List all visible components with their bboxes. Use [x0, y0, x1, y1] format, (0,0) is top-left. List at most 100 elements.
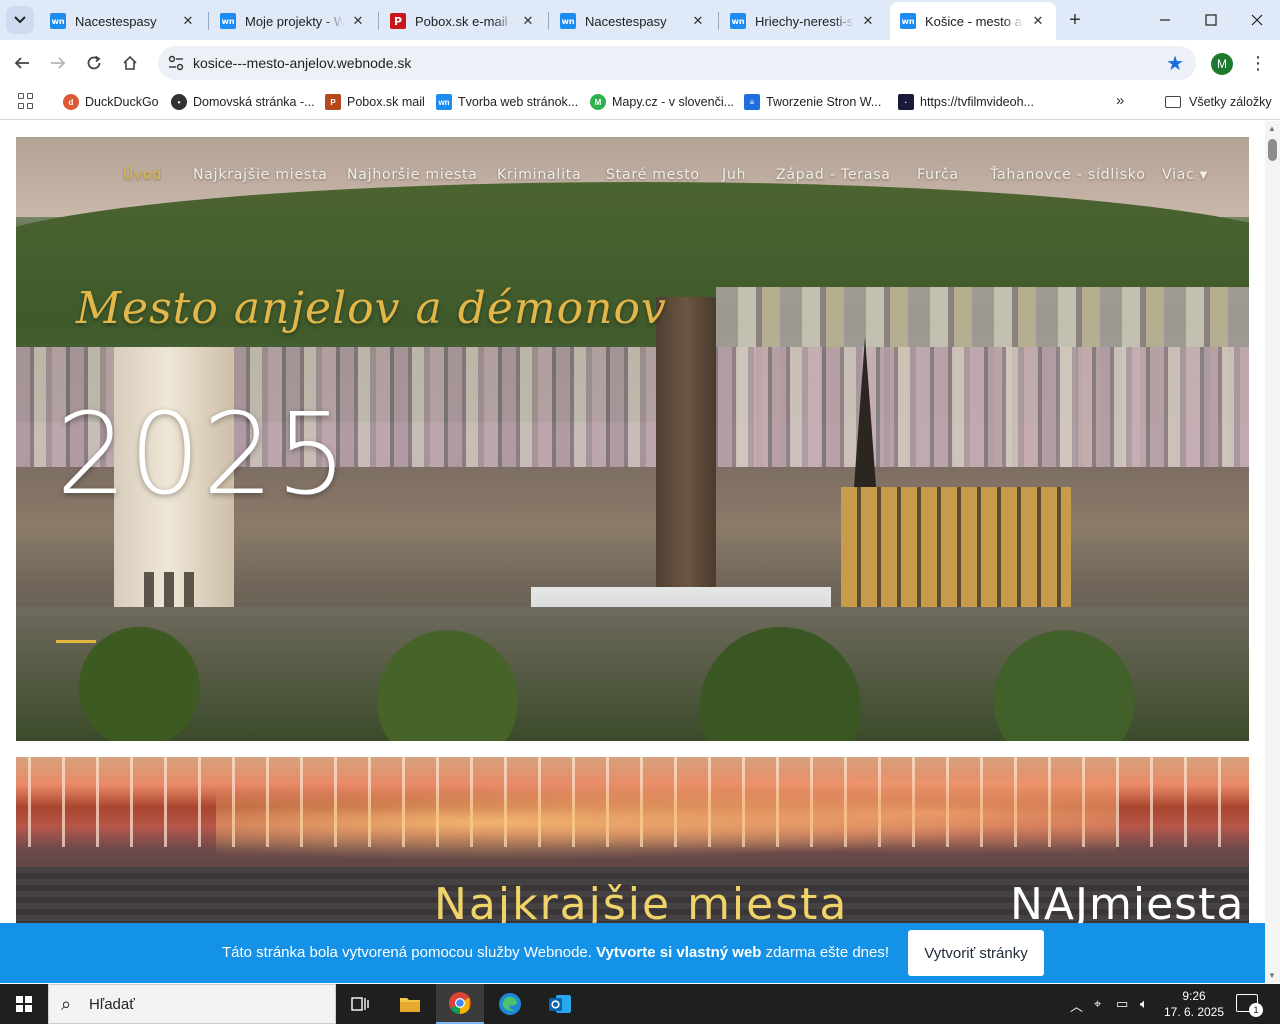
tab-2[interactable]: P Pobox.sk e-mail – pošta ✕ [380, 6, 546, 36]
bookmark-pobox-mail[interactable]: P Pobox.sk mail [325, 92, 425, 112]
tab-separator [378, 12, 379, 30]
close-tab-icon[interactable]: ✕ [180, 13, 196, 29]
apps-grid-icon[interactable] [18, 93, 34, 109]
create-site-button[interactable]: Vytvoriť stránky [908, 930, 1044, 976]
tab-search-button[interactable] [6, 6, 34, 34]
network-icon[interactable]: ▭ [1116, 996, 1128, 1012]
new-tab-button[interactable]: + [1064, 9, 1086, 31]
webnode-promo-bar: Táto stránka bola vytvorená pomocou služ… [0, 923, 1265, 983]
windows-taskbar: ⌕ Hľadať ︿ ⌖ ▭ 🔈︎ 9:26 17. 6. 2025 1 [0, 984, 1280, 1024]
reload-icon [87, 55, 101, 70]
tab-strip: wn Nacestespasy ✕ wn Moje projekty - Web… [0, 0, 1280, 40]
all-bookmarks-label: Všetky záložky [1189, 95, 1272, 109]
tab-1[interactable]: wn Moje projekty - Webnode ✕ [210, 6, 376, 36]
hero-cathedral-tower [656, 297, 716, 587]
nav-najkrajsie-miesta[interactable]: Najkrajšie miesta [193, 167, 328, 183]
url-text[interactable]: kosice---mesto-anjelov.webnode.sk [193, 55, 411, 71]
volume-icon[interactable]: 🔈︎ [1140, 996, 1148, 1012]
tray-overflow-icon[interactable]: ︿ [1070, 996, 1083, 1015]
close-tab-icon[interactable]: ✕ [350, 13, 366, 29]
taskbar-search[interactable]: ⌕ Hľadať [48, 984, 336, 1024]
maximize-button[interactable] [1188, 0, 1234, 40]
clock-date: 17. 6. 2025 [1163, 1005, 1225, 1019]
scroll-down-icon[interactable]: ▼ [1268, 971, 1276, 980]
profile-avatar[interactable]: M [1211, 53, 1233, 75]
tab-active[interactable]: wn Košice - mesto anjelov ✕ [890, 2, 1056, 40]
chevron-down-icon: ▼ [1199, 170, 1209, 181]
bookmark-tvorba-web[interactable]: wn Tvorba web stránok... [436, 92, 578, 112]
clock-time: 9:26 [1182, 989, 1206, 1003]
hero-accent-line [56, 640, 96, 643]
nav-stare-mesto[interactable]: Staré mesto [606, 167, 700, 183]
nav-zapad-terasa[interactable]: Západ - Terasa [776, 167, 891, 183]
all-bookmarks-button[interactable]: Všetky záložky [1165, 92, 1272, 112]
close-tab-icon[interactable]: ✕ [1030, 13, 1046, 29]
bookmark-label: https://tvfilmvideoh... [920, 95, 1034, 109]
close-tab-icon[interactable]: ✕ [520, 13, 536, 29]
bookmark-duckduckgo[interactable]: d DuckDuckGo [63, 92, 159, 112]
edge-icon [499, 993, 521, 1015]
tab-4[interactable]: wn Hriechy-neresti-svetla ✕ [720, 6, 886, 36]
bookmark-domovska-stranka[interactable]: • Domovská stránka -... [171, 92, 315, 112]
tab-title: Moje projekty - Webnode [245, 13, 344, 29]
bookmark-star-icon[interactable]: ★ [1166, 51, 1184, 76]
promo-text-end: zdarma ešte dnes! [761, 944, 890, 961]
edge-button[interactable] [486, 984, 534, 1024]
nav-tahanovce[interactable]: Ťahanovce - sídlisko [990, 167, 1146, 183]
taskbar-clock[interactable]: 9:26 17. 6. 2025 [1160, 988, 1228, 1020]
bookmark-label: Tworzenie Stron W... [766, 95, 882, 109]
outlook-icon [549, 995, 571, 1013]
tab-title: Nacestespasy [75, 13, 157, 29]
close-tab-icon[interactable]: ✕ [860, 13, 876, 29]
hero-trees [16, 607, 1249, 741]
outlook-button[interactable] [536, 984, 584, 1024]
nav-juh[interactable]: Juh [722, 167, 746, 183]
tab-separator [208, 12, 209, 30]
maximize-icon [1205, 14, 1217, 26]
home-button[interactable] [115, 48, 145, 78]
duckduckgo-icon: d [63, 94, 79, 110]
close-tab-icon[interactable]: ✕ [690, 13, 706, 29]
tab-title: Košice - mesto anjelov [925, 13, 1024, 29]
more-menu-icon[interactable]: ⋮ [1246, 50, 1270, 76]
notification-center-icon[interactable]: 1 [1236, 994, 1263, 1017]
tab-separator [718, 12, 719, 30]
address-bar[interactable]: kosice---mesto-anjelov.webnode.sk ★ [158, 46, 1196, 80]
bookmark-tworzenie-stron[interactable]: ≡ Tworzenie Stron W... [744, 92, 881, 112]
bookmarks-overflow-button[interactable]: » [1116, 92, 1124, 109]
hero-section: Úvod Najkrajšie miesta Najhoršie miesta … [16, 137, 1249, 741]
page-scrollbar[interactable]: ▲ ▼ [1265, 121, 1280, 983]
browser-toolbar: kosice---mesto-anjelov.webnode.sk ★ M ⋮ [0, 40, 1280, 86]
nav-kriminalita[interactable]: Kriminalita [497, 167, 581, 183]
bookmark-tvfilmvideo[interactable]: · https://tvfilmvideoh... [898, 92, 1034, 112]
nav-viac[interactable]: Viac ▼ [1162, 167, 1208, 183]
bookmark-label: Domovská stránka -... [193, 95, 315, 109]
pobox-icon: P [325, 94, 341, 110]
file-explorer-button[interactable] [386, 984, 434, 1024]
scroll-up-icon[interactable]: ▲ [1268, 124, 1276, 133]
bookmark-label: Tvorba web stránok... [458, 95, 579, 109]
chrome-button[interactable] [436, 984, 484, 1024]
location-icon[interactable]: ⌖ [1094, 996, 1101, 1012]
task-view-icon [351, 997, 369, 1011]
tab-title: Pobox.sk e-mail – pošta [415, 13, 514, 29]
site-info-icon[interactable] [168, 55, 184, 71]
chrome-icon [449, 992, 471, 1014]
task-view-button[interactable] [336, 984, 384, 1024]
scroll-thumb[interactable] [1268, 139, 1277, 161]
minimize-button[interactable] [1142, 0, 1188, 40]
close-window-button[interactable] [1234, 0, 1280, 40]
nav-najhorsie-miesta[interactable]: Najhoršie miesta [347, 167, 478, 183]
start-button[interactable] [0, 984, 48, 1024]
forward-button[interactable] [43, 48, 73, 78]
tab-0[interactable]: wn Nacestespasy ✕ [40, 6, 206, 36]
reload-button[interactable] [79, 48, 109, 78]
nav-furca[interactable]: Furča [917, 167, 959, 183]
webnode-favicon-icon: wn [730, 13, 746, 29]
bookmark-mapy-cz[interactable]: M Mapy.cz - v slovenči... [590, 92, 734, 112]
webnode-favicon-icon: wn [220, 13, 236, 29]
back-button[interactable] [7, 48, 37, 78]
windows-logo-icon [16, 996, 32, 1012]
nav-uvod[interactable]: Úvod [123, 167, 162, 183]
tab-3[interactable]: wn Nacestespasy ✕ [550, 6, 716, 36]
